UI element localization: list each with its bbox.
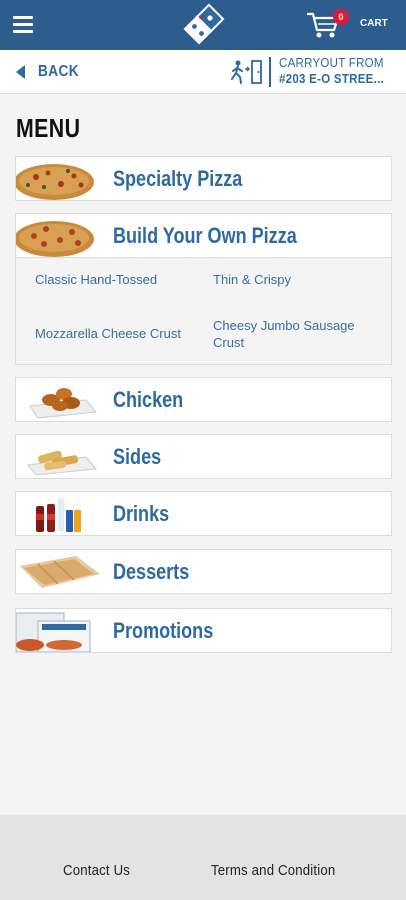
category-drinks[interactable]: Drinks [15,491,392,536]
terms-and-condition-link[interactable]: Terms and Condition [211,862,335,879]
carryout-location[interactable]: CARRYOUT FROM #203 E-O STREE... [279,55,403,87]
dominos-logo-icon[interactable] [182,2,226,46]
category-specialty-pizza[interactable]: Specialty Pizza [15,156,392,201]
category-label: Specialty Pizza [113,166,243,191]
crust-option-classic-hand-tossed[interactable]: Classic Hand-Tossed [35,271,157,288]
cart-count-badge: 0 [333,9,349,25]
hamburger-icon[interactable] [13,16,33,33]
contact-us-link[interactable]: Contact Us [63,862,130,879]
category-chicken[interactable]: Chicken [15,377,392,422]
category-label: Desserts [113,559,190,584]
category-label: Sides [113,444,162,469]
category-promotions[interactable]: Promotions [15,608,392,653]
footer [0,815,406,900]
chicken-wings-photo-icon [16,378,103,421]
category-sides[interactable]: Sides [15,434,392,479]
category-label: Build Your Own Pizza [113,223,297,248]
back-label: BACK [38,63,79,80]
carryout-icon [231,60,262,84]
carryout-address: #203 E-O STREE... [279,72,385,86]
build-your-own-options: Classic Hand-Tossed Thin & Crispy Mozzar… [15,258,392,365]
bread-twists-photo-icon [16,435,103,478]
crust-option-cheesy-jumbo-sausage[interactable]: Cheesy Jumbo Sausage Crust [213,317,383,351]
page-title: MENU [16,113,81,143]
category-label: Promotions [113,618,214,643]
category-label: Drinks [113,501,170,526]
soda-bottles-photo-icon [16,492,103,535]
category-label: Chicken [113,387,184,412]
back-button[interactable]: BACK [16,62,86,82]
dessert-bread-photo-icon [16,550,103,593]
carryout-title: CARRYOUT FROM [279,56,384,70]
cart-label[interactable]: CART [360,18,388,29]
category-build-your-own-pizza[interactable]: Build Your Own Pizza [15,213,392,258]
divider [269,57,271,87]
pizza-photo-icon [16,214,103,257]
category-desserts[interactable]: Desserts [15,549,392,594]
crust-option-mozzarella-cheese[interactable]: Mozzarella Cheese Crust [35,325,181,342]
pizza-photo-icon [16,157,103,200]
sub-header: BACK CARRYOUT FROM #203 E-O STREE... [0,50,406,94]
promo-pizza-box-photo-icon [16,609,103,652]
back-arrow-icon [16,65,25,79]
top-app-bar: 0 CART [0,0,406,50]
crust-option-thin-crispy[interactable]: Thin & Crispy [213,271,291,288]
